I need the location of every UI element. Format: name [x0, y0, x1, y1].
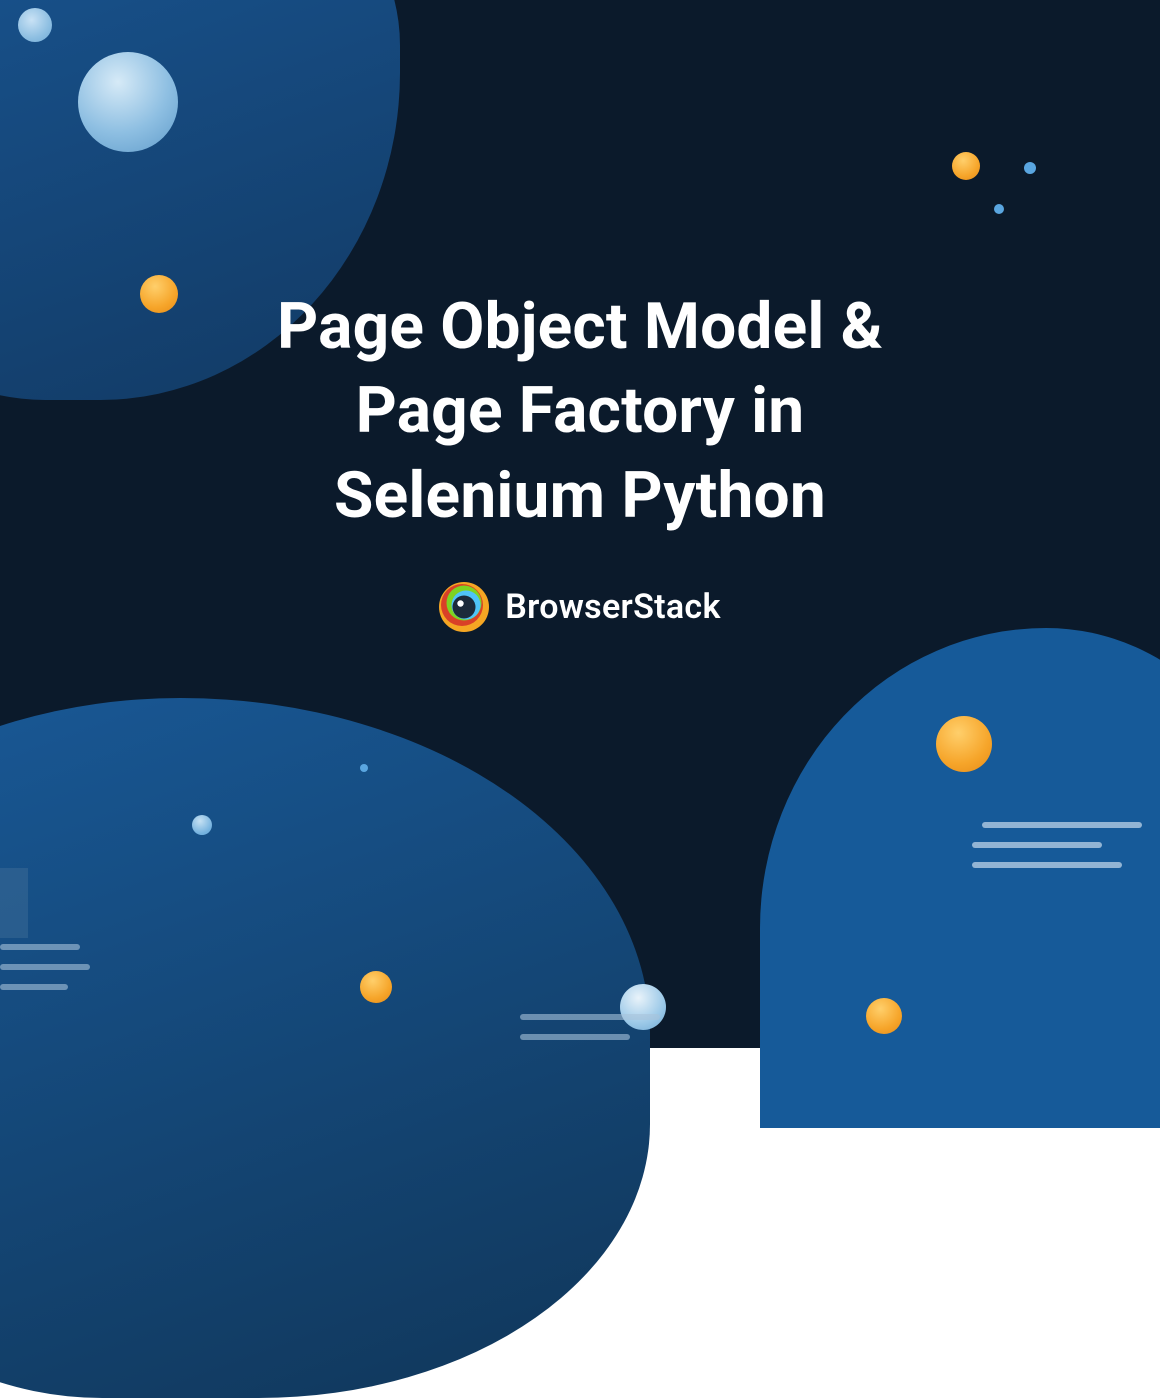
brand-row: BrowserStack [439, 582, 720, 632]
decorative-lines [972, 822, 1142, 868]
decorative-circle [192, 815, 212, 835]
decorative-circle [1024, 162, 1036, 174]
decorative-circle [78, 52, 178, 152]
decorative-circle [952, 152, 980, 180]
title-line: Page Object Model & [277, 289, 883, 364]
decorative-circle [360, 971, 392, 1003]
decorative-lines [0, 944, 90, 990]
title-line: Page Factory in [356, 373, 805, 448]
brand-name: BrowserStack [505, 587, 720, 627]
decorative-blob [0, 698, 650, 1398]
hero-graphic: Page Object Model & Page Factory in Sele… [0, 0, 1160, 1048]
hero-title: Page Object Model & Page Factory in Sele… [150, 285, 1010, 538]
title-line: Selenium Python [334, 458, 826, 533]
decorative-lines [520, 1014, 670, 1040]
decorative-circle [866, 998, 902, 1034]
hero-content: Page Object Model & Page Factory in Sele… [0, 285, 1160, 636]
decorative-blob [760, 628, 1160, 1128]
decorative-circle [360, 764, 368, 772]
browserstack-logo-icon [439, 582, 489, 632]
decorative-circle [18, 8, 52, 42]
decorative-rect [0, 868, 28, 938]
decorative-circle [994, 204, 1004, 214]
decorative-circle [936, 716, 992, 772]
